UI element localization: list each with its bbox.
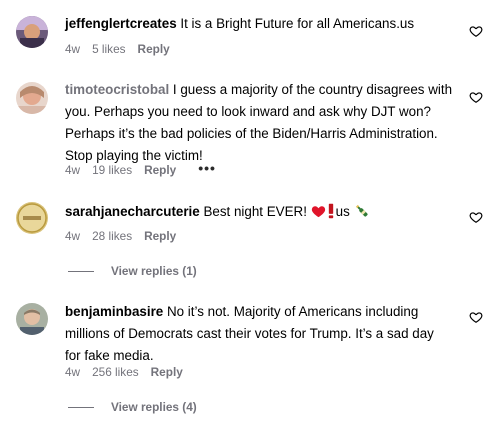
- heart-outline-icon[interactable]: [469, 24, 483, 38]
- comment-body: timoteocristobal I guess a majority of t…: [65, 79, 453, 167]
- reply-button[interactable]: Reply: [144, 163, 176, 177]
- comment-meta: 4w 256 likes Reply: [65, 363, 183, 381]
- comment-username[interactable]: benjaminbasire: [65, 304, 163, 319]
- comment-likes[interactable]: 256 likes: [92, 365, 139, 379]
- comment-meta: 4w 5 likes Reply: [65, 40, 170, 58]
- avatar[interactable]: [16, 202, 48, 234]
- comment-age: 4w: [65, 42, 81, 56]
- comment-meta: 4w 19 likes Reply •••: [65, 161, 216, 179]
- comment-username[interactable]: jeffenglertcreates: [65, 16, 177, 31]
- avatar[interactable]: [16, 16, 48, 48]
- heart-outline-icon[interactable]: [469, 90, 483, 104]
- heart-outline-icon[interactable]: [469, 310, 483, 324]
- comment-age: 4w: [65, 163, 81, 177]
- more-options-icon[interactable]: •••: [198, 161, 216, 175]
- comment-meta: 4w 28 likes Reply: [65, 227, 176, 245]
- comment-text: It is a Bright Future for all Americans.…: [180, 16, 415, 31]
- comment-likes[interactable]: 5 likes: [92, 42, 125, 56]
- comment-text: Best night EVER!: [203, 204, 307, 219]
- heart-outline-icon[interactable]: [469, 210, 483, 224]
- replies-divider: [68, 270, 94, 272]
- comment-username[interactable]: timoteocristobal: [65, 82, 169, 97]
- view-replies-button[interactable]: View replies (1): [65, 262, 197, 280]
- comment-body: sarahjanecharcuterie Best night EVER! us: [65, 201, 453, 223]
- reply-button[interactable]: Reply: [151, 365, 183, 379]
- comment-likes[interactable]: 28 likes: [92, 229, 132, 243]
- replies-divider: [68, 406, 94, 408]
- comment-likes[interactable]: 19 likes: [92, 163, 132, 177]
- comment-body: benjaminbasire No it’s not. Majority of …: [65, 301, 453, 367]
- comment-age: 4w: [65, 229, 81, 243]
- avatar[interactable]: [16, 82, 48, 114]
- exclamation-emoji: [328, 203, 333, 219]
- reply-button[interactable]: Reply: [138, 42, 170, 56]
- comment-username[interactable]: sarahjanecharcuterie: [65, 204, 200, 219]
- champagne-bottle-emoji: [355, 204, 368, 217]
- view-replies-label[interactable]: View replies (4): [111, 400, 197, 414]
- reply-button[interactable]: Reply: [144, 229, 176, 243]
- comment-body: jeffenglertcreates It is a Bright Future…: [65, 13, 453, 35]
- red-heart-emoji: [311, 206, 325, 218]
- avatar[interactable]: [16, 303, 48, 335]
- comment-age: 4w: [65, 365, 81, 379]
- comment-text-suffix: us: [335, 204, 350, 219]
- view-replies-label[interactable]: View replies (1): [111, 264, 197, 278]
- view-replies-button[interactable]: View replies (4): [65, 398, 197, 416]
